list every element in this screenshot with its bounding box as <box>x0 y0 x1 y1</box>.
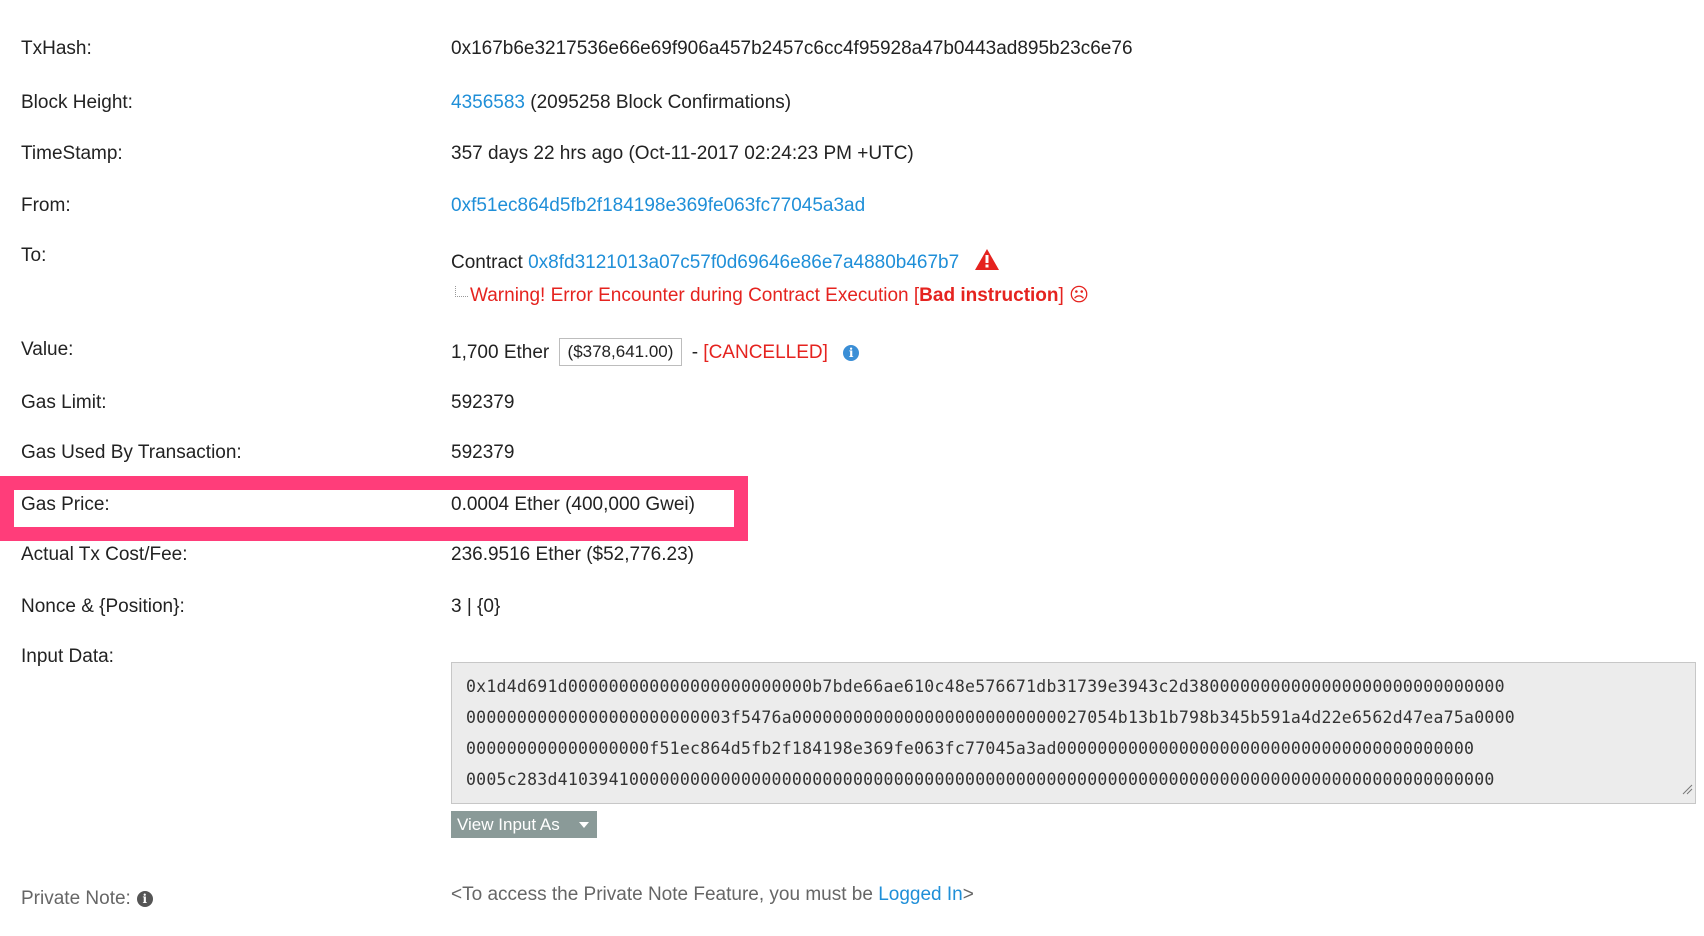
view-input-label: View Input As <box>457 815 560 834</box>
input-line: 000000000000000000f51ec864d5fb2f184198e3… <box>466 739 1475 758</box>
to-value: Contract 0x8fd3121013a07c57f0d69646e86e7… <box>451 248 1000 277</box>
gas-used-value: 592379 <box>451 442 515 463</box>
block-confirmations: (2095258 Block Confirmations) <box>530 92 792 113</box>
private-note-info-icon[interactable]: i <box>136 891 153 907</box>
input-data-textarea[interactable]: 0x1d4d691d000000000000000000000000b7bde6… <box>451 662 1696 804</box>
value-usd: ($378,641.00) <box>558 338 683 366</box>
warning-text: Warning! Error Encounter during Contract… <box>470 285 920 306</box>
value-label: Value: <box>21 339 74 360</box>
fee-label: Actual Tx Cost/Fee: <box>21 544 188 565</box>
txhash-value: 0x167b6e3217536e66e69f906a457b2457c6cc4f… <box>451 38 1133 59</box>
caret-down-icon <box>579 822 589 828</box>
gas-limit-label: Gas Limit: <box>21 392 107 413</box>
input-data-label: Input Data: <box>21 646 114 667</box>
value-amount: 1,700 Ether <box>451 342 550 363</box>
gas-price-value: 0.0004 Ether (400,000 Gwei) <box>451 494 695 515</box>
input-line: 00000000000000000000000000000000000050d1… <box>466 801 1505 803</box>
input-line: 00000000000000000000000003f5476a00000000… <box>466 708 1515 727</box>
to-prefix: Contract <box>451 252 523 273</box>
from-address-link[interactable]: 0xf51ec864d5fb2f184198e369fe063fc77045a3… <box>451 195 865 217</box>
value-value: 1,700 Ether ($378,641.00) - [CANCELLED] … <box>451 338 860 367</box>
warning-suffix: ] ☹ <box>1058 285 1089 306</box>
input-line: 0005c283d4103941000000000000000000000000… <box>466 770 1495 789</box>
nonce-label: Nonce & {Position}: <box>21 596 185 617</box>
timestamp-label: TimeStamp: <box>21 143 123 164</box>
resize-handle-icon[interactable] <box>1681 779 1693 801</box>
block-height-label: Block Height: <box>21 92 133 113</box>
gas-limit-value: 592379 <box>451 392 515 413</box>
gas-used-label: Gas Used By Transaction: <box>21 442 242 463</box>
tree-connector-icon <box>455 286 468 297</box>
block-height-value: 4356583 (2095258 Block Confirmations) <box>451 92 791 114</box>
private-note-label-wrap: Private Note: i <box>21 888 153 910</box>
value-separator: - <box>691 342 699 363</box>
fee-value: 236.9516 Ether ($52,776.23) <box>451 544 694 565</box>
from-label: From: <box>21 195 71 216</box>
to-contract-link[interactable]: 0x8fd3121013a07c57f0d69646e86e7a4880b467… <box>528 252 959 273</box>
private-note-suffix: > <box>962 884 974 905</box>
value-status: [CANCELLED] <box>703 342 828 363</box>
txhash-label: TxHash: <box>21 38 92 59</box>
info-icon[interactable]: i <box>843 345 860 361</box>
warning-icon <box>974 248 1000 277</box>
nonce-value: 3 | {0} <box>451 596 501 617</box>
logged-in-link[interactable]: Logged In <box>878 884 963 905</box>
contract-warning: Warning! Error Encounter during Contract… <box>455 284 1089 307</box>
timestamp-value: 357 days 22 hrs ago (Oct-11-2017 02:24:2… <box>451 143 914 164</box>
private-note-value: <To access the Private Note Feature, you… <box>451 884 974 906</box>
block-number-link[interactable]: 4356583 <box>451 92 525 113</box>
view-input-as-dropdown[interactable]: View Input As <box>451 811 597 838</box>
to-label: To: <box>21 245 47 266</box>
warning-bold: Bad instruction <box>919 285 1059 306</box>
private-note-prefix: <To access the Private Note Feature, you… <box>451 884 879 905</box>
private-note-label: Private Note: <box>21 888 131 909</box>
input-line: 0x1d4d691d000000000000000000000000b7bde6… <box>466 677 1505 696</box>
gas-price-label: Gas Price: <box>21 494 110 515</box>
